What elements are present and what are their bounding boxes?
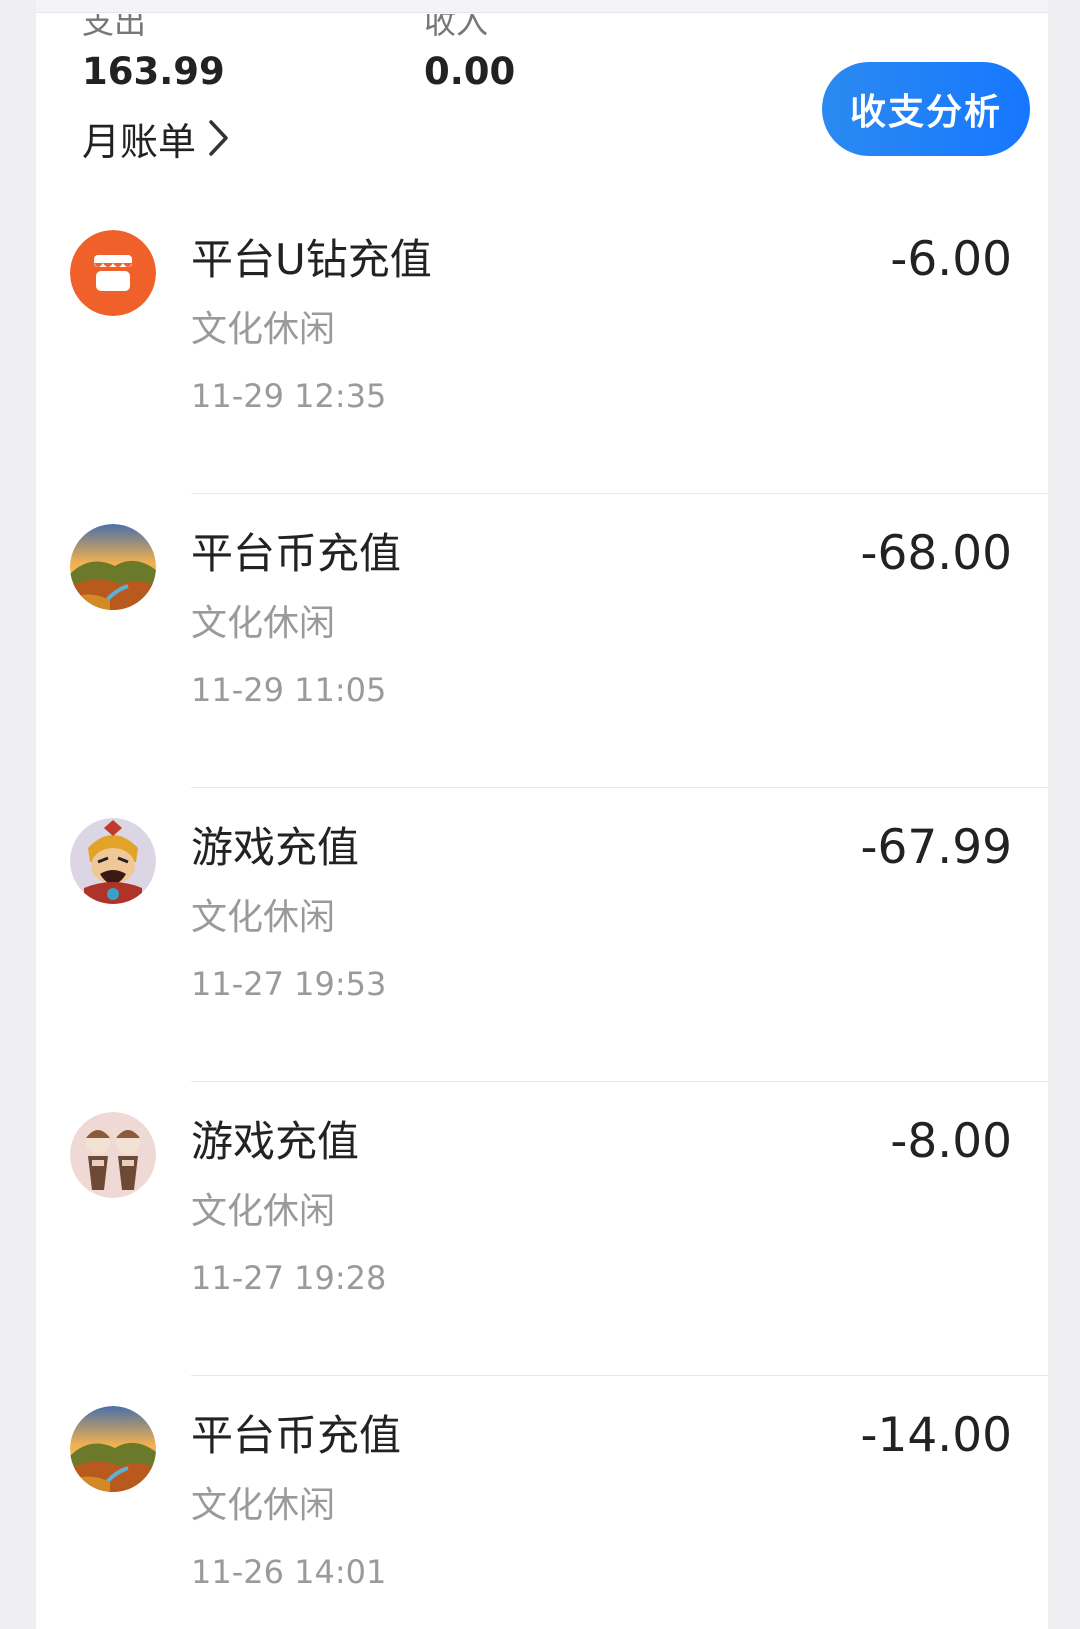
- transaction-category: 文化休闲: [191, 603, 336, 644]
- transaction-title: 平台币充值: [191, 529, 402, 578]
- transaction-time: 11-29 12:35: [191, 377, 387, 415]
- transaction-item[interactable]: 游戏充值 文化休闲 11-27 19:28 -8.00: [36, 1082, 1048, 1376]
- store-icon: [70, 230, 156, 316]
- income-expense-analysis-button[interactable]: 收支分析: [822, 62, 1030, 156]
- transaction-category: 文化休闲: [191, 897, 336, 938]
- chevron-right-icon: [209, 120, 228, 156]
- transaction-amount: -8.00: [890, 1114, 1012, 1169]
- transaction-category: 文化休闲: [191, 1191, 336, 1232]
- transaction-category: 文化休闲: [191, 309, 336, 350]
- transaction-title: 平台币充值: [191, 1411, 402, 1460]
- monthly-bill-link[interactable]: 月账单: [82, 112, 230, 164]
- transaction-title: 平台U钻充值: [191, 235, 432, 284]
- transaction-list: 平台U钻充值 文化休闲 11-29 12:35 -6.00 平台币充值 文化休闲…: [36, 200, 1048, 1629]
- transaction-time: 11-26 14:01: [191, 1553, 387, 1591]
- top-divider: [36, 0, 1048, 13]
- transaction-time: 11-27 19:53: [191, 965, 387, 1003]
- transaction-amount: -68.00: [860, 526, 1012, 581]
- transaction-amount: -67.99: [860, 820, 1012, 875]
- landscape-avatar: [70, 1406, 156, 1492]
- transaction-title: 游戏充值: [191, 1117, 360, 1166]
- transaction-category: 文化休闲: [191, 1485, 336, 1526]
- transaction-item[interactable]: 平台U钻充值 文化休闲 11-29 12:35 -6.00: [36, 200, 1048, 494]
- transaction-time: 11-29 11:05: [191, 671, 387, 709]
- bill-card: 支出 163.99 收入 0.00 月账单 收支分析 平台U钻充值 文化休闲 1…: [36, 0, 1048, 1629]
- transaction-item[interactable]: 平台币充值 文化休闲 11-26 14:01 -14.00: [36, 1376, 1048, 1629]
- transaction-item[interactable]: 游戏充值 文化休闲 11-27 19:53 -67.99: [36, 788, 1048, 1082]
- expense-value: 163.99: [82, 50, 225, 93]
- landscape-avatar: [70, 524, 156, 610]
- transaction-amount: -6.00: [890, 232, 1012, 287]
- game-character-avatar: [70, 818, 156, 904]
- monthly-bill-label: 月账单: [82, 119, 197, 164]
- transaction-title: 游戏充值: [191, 823, 360, 872]
- anime-characters-avatar: [70, 1112, 156, 1198]
- transaction-amount: -14.00: [860, 1408, 1012, 1463]
- transaction-item[interactable]: 平台币充值 文化休闲 11-29 11:05 -68.00: [36, 494, 1048, 788]
- income-value: 0.00: [424, 50, 516, 93]
- transaction-time: 11-27 19:28: [191, 1259, 387, 1297]
